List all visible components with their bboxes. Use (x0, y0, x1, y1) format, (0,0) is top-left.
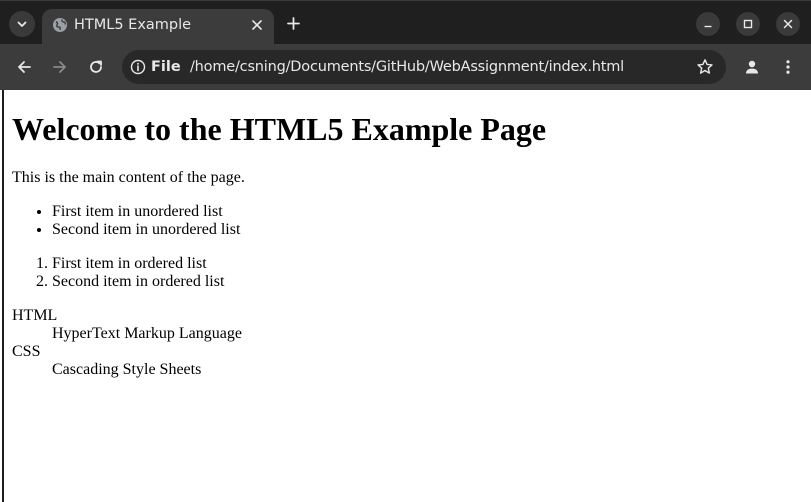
plus-icon (286, 16, 300, 30)
chevron-down-icon (17, 21, 27, 27)
page-heading: Welcome to the HTML5 Example Page (12, 111, 547, 147)
reload-icon (90, 60, 102, 73)
minimize-button[interactable] (696, 12, 720, 36)
unordered-list: First item in unordered list Second item… (12, 203, 811, 239)
forward-button[interactable] (48, 55, 72, 79)
star-icon[interactable] (696, 58, 714, 76)
reload-button[interactable] (84, 55, 108, 79)
site-info-label: File (151, 59, 181, 75)
definition-term: CSS (12, 343, 41, 360)
list-item: Second item in unordered list (52, 221, 811, 239)
maximize-icon (743, 19, 753, 29)
url-text[interactable]: /home/csning/Documents/GitHub/WebAssignm… (190, 57, 624, 77)
profile-button[interactable] (740, 55, 764, 79)
new-tab-button[interactable] (283, 13, 303, 33)
person-icon (746, 60, 758, 74)
globe-icon (53, 18, 67, 32)
definition-list: HTML HyperText Markup Language CSS Casca… (12, 307, 811, 379)
back-arrow-icon (18, 61, 31, 73)
main-paragraph: This is the main content of the page. (12, 169, 245, 186)
toolbar: File /home/csning/Documents/GitHub/WebAs… (0, 44, 811, 90)
forward-arrow-icon (53, 61, 66, 73)
close-icon (252, 20, 262, 30)
list-item: First item in unordered list (52, 203, 811, 221)
kebab-menu-icon (786, 60, 790, 74)
minimize-icon (704, 25, 712, 28)
tab-strip: HTML5 Example (0, 0, 811, 45)
definition-description: HyperText Markup Language (52, 325, 242, 342)
tab-active[interactable]: HTML5 Example (42, 9, 274, 45)
ordered-list: First item in ordered list Second item i… (12, 255, 811, 291)
close-window-button[interactable] (776, 12, 800, 36)
close-icon (783, 19, 793, 29)
address-bar[interactable]: File /home/csning/Documents/GitHub/WebAs… (122, 50, 726, 84)
page-content: Welcome to the HTML5 Example Page This i… (2, 90, 811, 502)
list-item: Second item in ordered list (52, 273, 811, 291)
browser-window: HTML5 Example File /home/csning/Document… (0, 0, 811, 502)
list-item: First item in ordered list (52, 255, 811, 273)
back-button[interactable] (12, 55, 36, 79)
definition-description: Cascading Style Sheets (52, 361, 202, 378)
tab-search-button[interactable] (9, 11, 35, 37)
tab-close-button[interactable] (248, 16, 266, 34)
menu-button[interactable] (776, 55, 800, 79)
info-icon (130, 59, 146, 75)
maximize-button[interactable] (736, 12, 760, 36)
site-info-button[interactable]: File (130, 55, 181, 79)
tab-title: HTML5 Example (74, 17, 192, 33)
definition-term: HTML (12, 307, 58, 324)
